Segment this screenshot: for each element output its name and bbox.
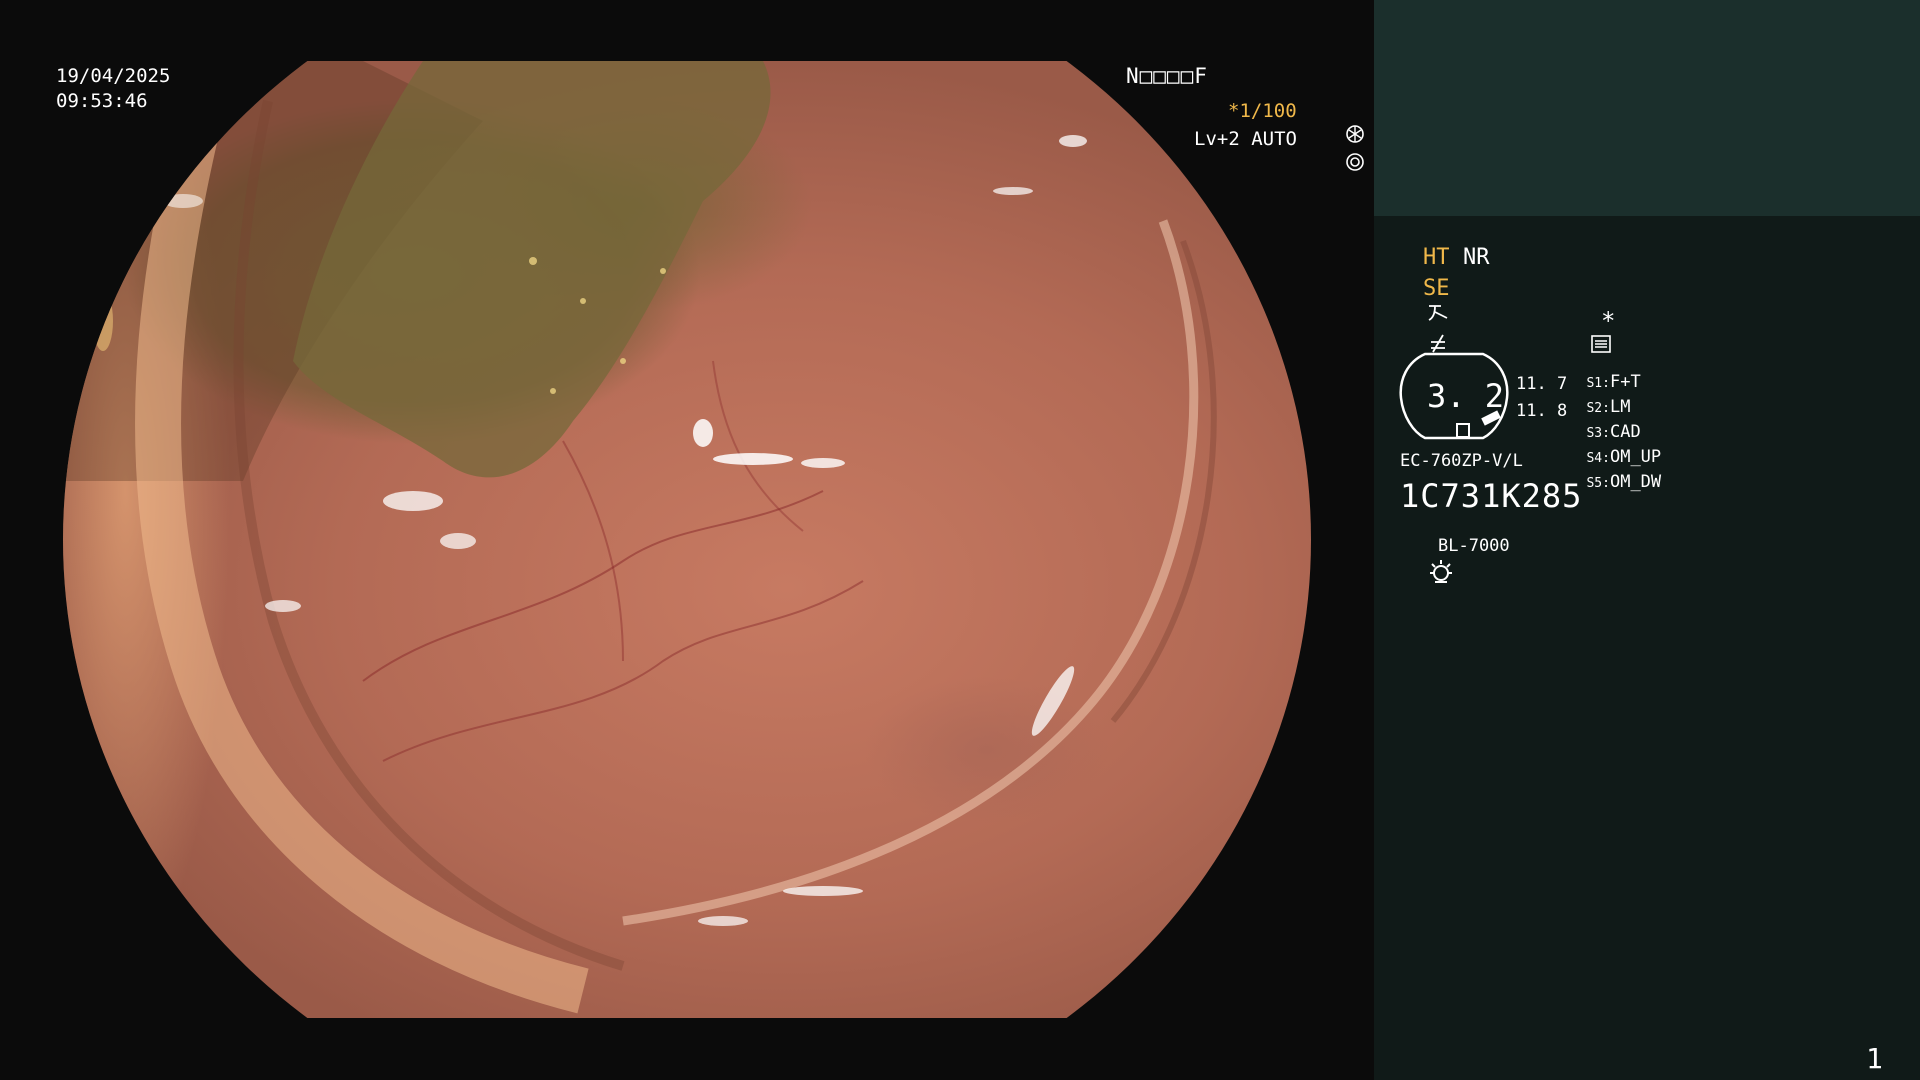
asterisk-indicator: * [1601,307,1616,335]
mucosa-texture [63,61,1217,1014]
se-label: SE [1423,276,1450,301]
light-level: Lv+2 AUTO [1194,128,1297,150]
page-number: 1 [1866,1042,1883,1075]
endoscopic-image [63,61,1311,1018]
scope-serial: 1C731K285 [1400,477,1583,515]
shutter-speed: *1/100 [1228,100,1297,122]
value-top: 11. 7 [1516,374,1568,394]
nr-label: NR [1463,245,1490,270]
scope-model: EC-760ZP-V/L [1400,451,1523,471]
patient-id: N□□□□F [1126,64,1208,88]
iris-icon [1299,127,1365,204]
value-bottom: 11. 8 [1516,401,1568,421]
panel-header-block [1374,0,1920,216]
switch-key: S5 [1586,476,1603,491]
light-source-label: BL-7000 [1438,536,1510,556]
ht-label: HT [1423,245,1450,270]
switch-value: OM_DW [1609,472,1662,492]
date-display: 19/04/2025 [56,65,171,87]
video-area: 19/04/2025 09:53:46 N□□□□F *1/100 Lv+2 A… [0,0,1374,1080]
magnification-value: 3. 2 [1427,377,1505,415]
time-display: 09:53:46 [56,90,148,112]
